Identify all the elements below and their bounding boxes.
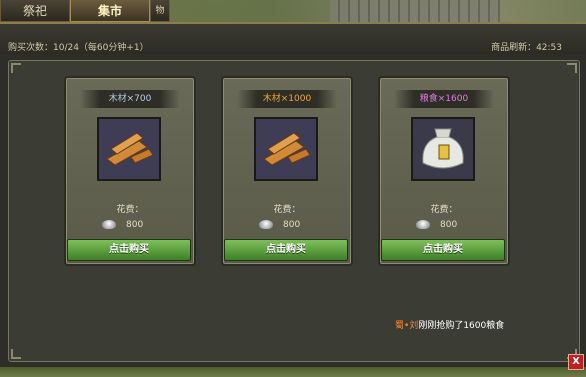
cost-label: 花费： (430, 205, 458, 215)
tab-sacrifice[interactable]: 祭祀 (0, 0, 70, 22)
market-panel: 购买次数：10/24（每60分钟+1） 商品刷新：42:53 木材×700 花费… (0, 22, 586, 377)
tab-goods[interactable]: 物 (150, 0, 170, 22)
goods-card-grain-1600: 粮食×1600 花费： 800 点击购买 (378, 76, 510, 266)
cost-value: 800 (126, 220, 144, 230)
buy-button[interactable]: 点击购买 (67, 239, 191, 261)
buy-button[interactable]: 点击购买 (224, 239, 348, 261)
goods-area: 木材×700 花费： 800 点击购买 木材×1000 花费： 800 点击购买… (8, 60, 580, 362)
silver-icon (416, 220, 430, 229)
player-name: 蜀•刘 (395, 321, 419, 331)
tab-market[interactable]: 集市 (70, 0, 150, 22)
corner-ornament (11, 349, 21, 359)
refresh-timer: 商品刷新：42:53 (491, 43, 562, 53)
cost-label: 花费： (116, 205, 144, 215)
goods-card-wood-1000: 木材×1000 花费： 800 点击购买 (221, 76, 353, 266)
corner-ornament (567, 63, 577, 73)
grain-sack-icon (411, 117, 475, 181)
tab-bar: 祭祀 集市 物 (0, 0, 170, 22)
goods-title: 木材×1000 (237, 90, 337, 108)
silver-icon (259, 220, 273, 229)
buy-count-text: 购买次数：10/24（每60分钟+1） (8, 43, 149, 53)
goods-title: 木材×700 (80, 90, 180, 108)
goods-title: 粮食×1600 (394, 90, 494, 108)
close-button[interactable]: X (568, 354, 584, 370)
wood-planks-icon (97, 117, 161, 181)
silver-icon (102, 220, 116, 229)
buy-button[interactable]: 点击购买 (381, 239, 505, 261)
notice-message: 刚刚抢购了1600粮食 (418, 321, 505, 331)
cost-value: 800 (283, 220, 301, 230)
bottom-terrain-strip (0, 367, 586, 377)
goods-card-wood-700: 木材×700 花费： 800 点击购买 (64, 76, 196, 266)
cost-label: 花费： (273, 205, 301, 215)
wood-planks-icon (254, 117, 318, 181)
purchase-notice: 蜀•刘刚刚抢购了1600粮食 (395, 318, 504, 331)
cost-value: 800 (440, 220, 458, 230)
corner-ornament (11, 63, 21, 73)
